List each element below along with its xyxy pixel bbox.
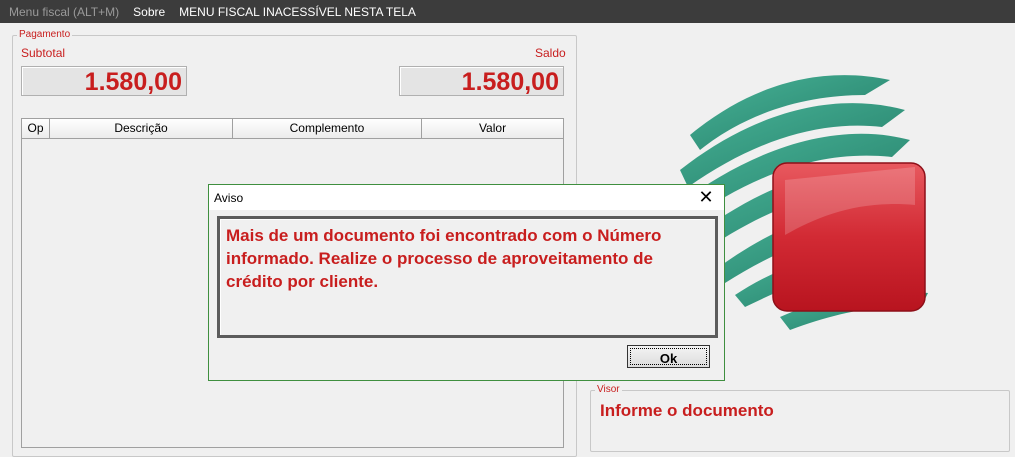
- column-header-complemento[interactable]: Complemento: [233, 119, 422, 138]
- dialog-message-box: Mais de um documento foi encontrado com …: [217, 216, 718, 338]
- ok-button-label: Ok: [630, 348, 707, 366]
- menu-bar: Menu fiscal (ALT+M) Sobre MENU FISCAL IN…: [0, 0, 1015, 23]
- saldo-label: Saldo: [535, 46, 566, 60]
- visor-legend: Visor: [595, 384, 622, 395]
- column-header-valor[interactable]: Valor: [422, 119, 563, 138]
- dialog-title: Aviso: [214, 191, 244, 205]
- dialog-message: Mais de um documento foi encontrado com …: [226, 226, 662, 291]
- ok-button[interactable]: Ok: [627, 345, 710, 368]
- menu-notice: MENU FISCAL INACESSÍVEL NESTA TELA: [179, 4, 416, 19]
- subtotal-label: Subtotal: [21, 46, 66, 60]
- column-header-op[interactable]: Op: [22, 119, 50, 138]
- visor-display: Informe o documento: [600, 401, 774, 420]
- saldo-value: 1.580,00: [399, 66, 564, 96]
- table-header: Op Descrição Complemento Valor: [22, 119, 563, 139]
- dialog-titlebar[interactable]: Aviso ✕: [209, 185, 724, 210]
- menu-fiscal[interactable]: Menu fiscal (ALT+M): [0, 5, 124, 19]
- pagamento-legend: Pagamento: [17, 29, 73, 40]
- subtotal-value: 1.580,00: [21, 66, 187, 96]
- column-header-descricao[interactable]: Descrição: [50, 119, 233, 138]
- visor-group: Visor Informe o documento: [590, 384, 1010, 452]
- menu-sobre[interactable]: Sobre: [124, 5, 170, 19]
- aviso-dialog: Aviso ✕ Mais de um documento foi encontr…: [208, 184, 725, 381]
- close-icon[interactable]: ✕: [696, 187, 716, 207]
